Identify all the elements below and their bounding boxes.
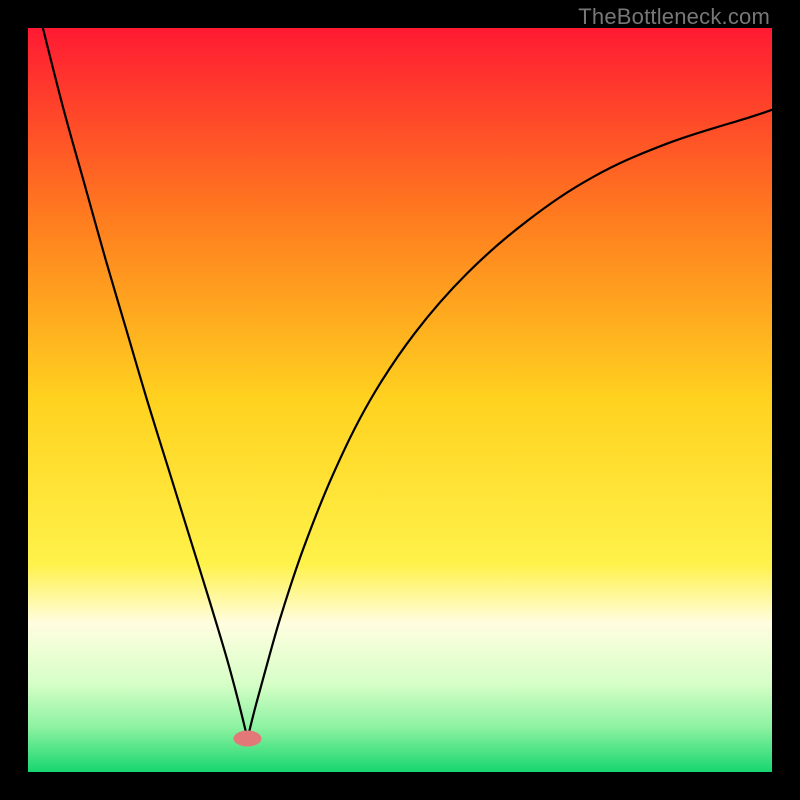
chart-frame bbox=[28, 28, 772, 772]
chart-background bbox=[28, 28, 772, 772]
watermark-text: TheBottleneck.com bbox=[578, 4, 770, 30]
vertex-marker bbox=[233, 731, 261, 747]
chart-svg bbox=[28, 28, 772, 772]
